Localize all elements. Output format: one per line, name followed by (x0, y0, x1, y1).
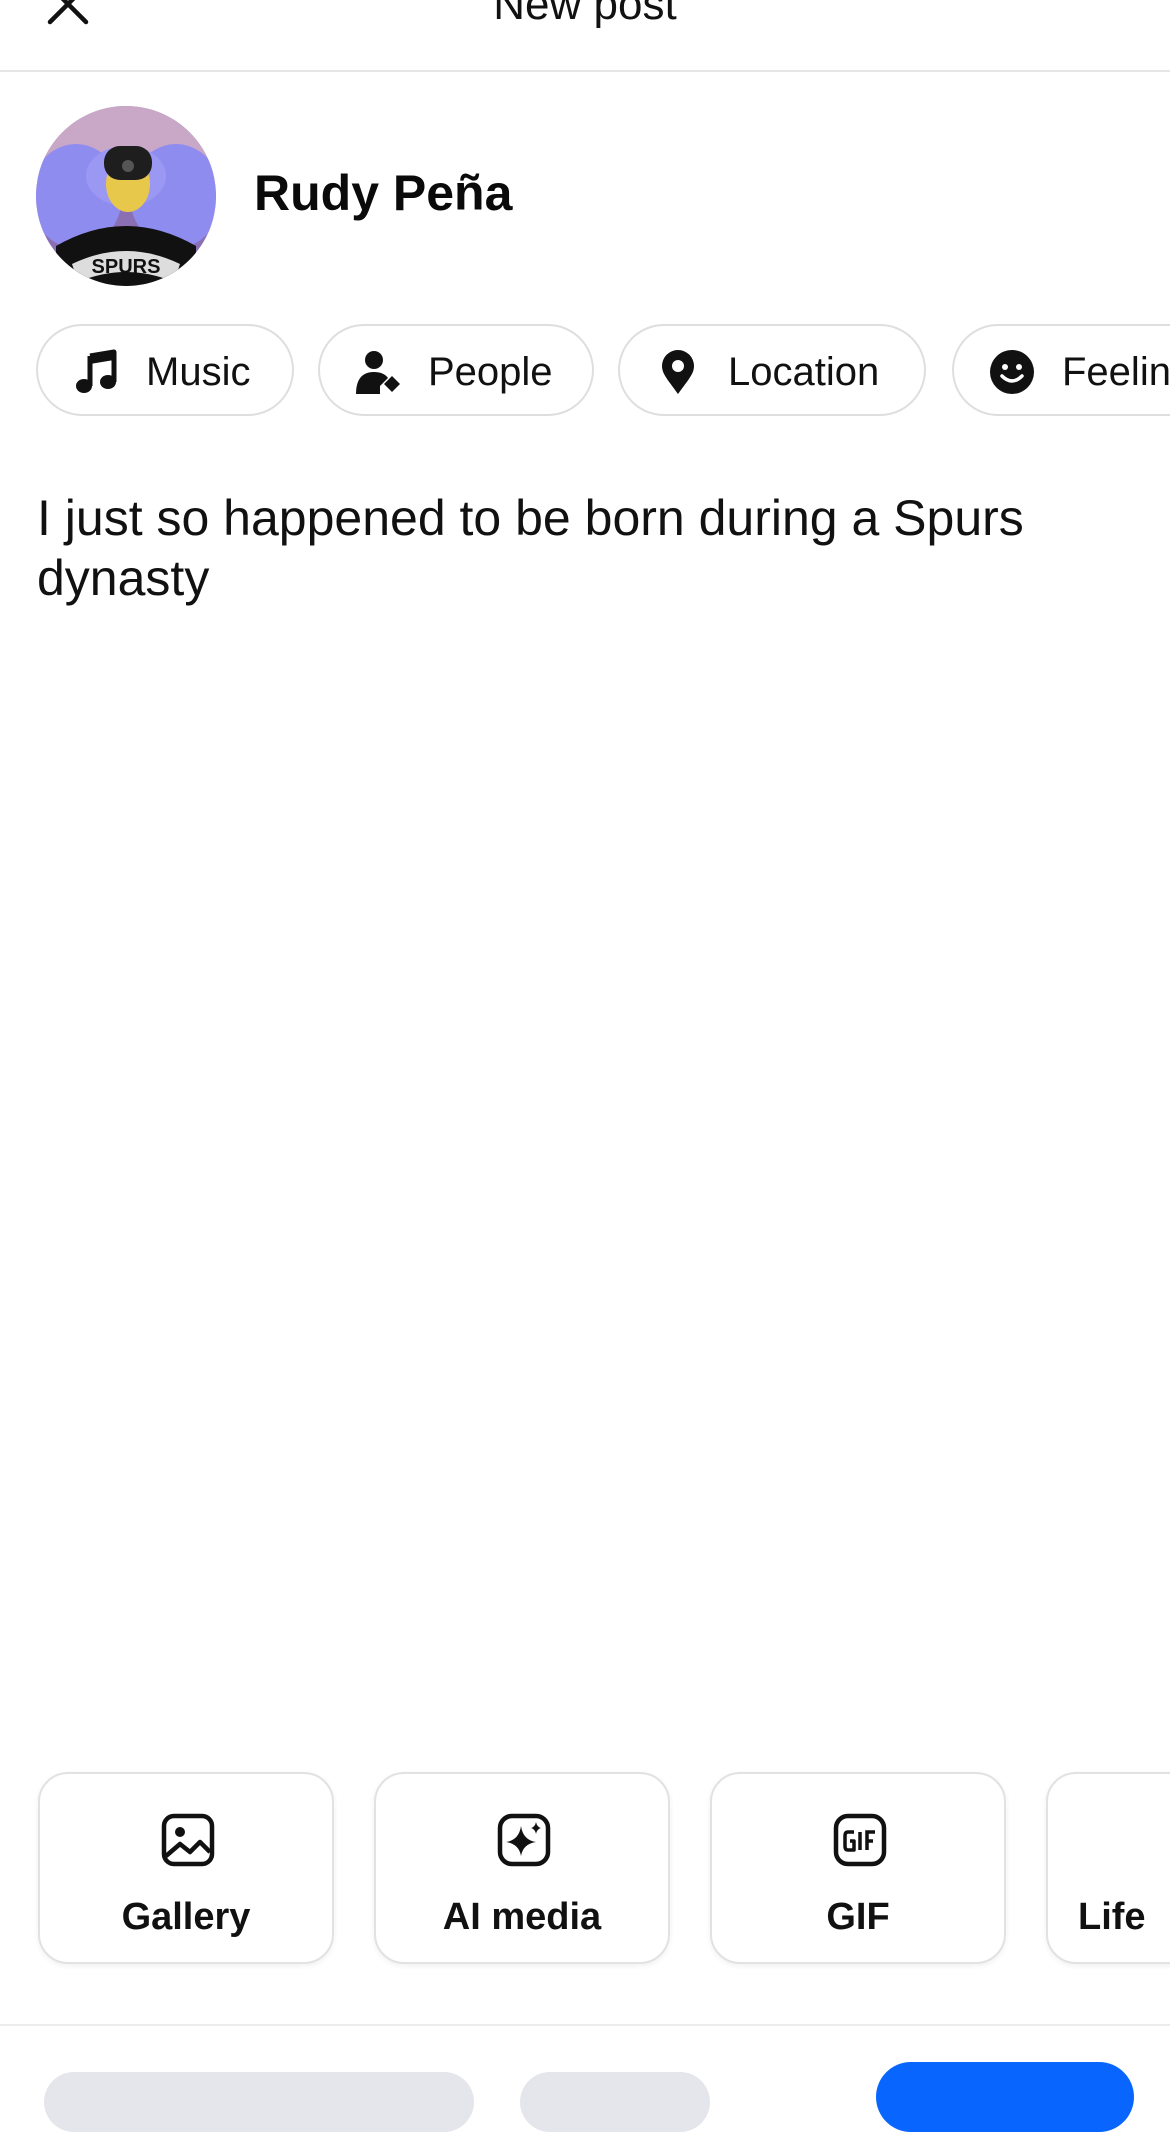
attachment-chips: Music People Location Feelin (0, 322, 1170, 422)
location-pin-icon (662, 350, 694, 394)
gif-icon (833, 1813, 887, 1867)
feeling-chip[interactable]: Feelin (952, 324, 1170, 416)
location-chip[interactable]: Location (618, 324, 926, 416)
music-chip[interactable]: Music (36, 324, 294, 416)
gallery-icon (161, 1813, 215, 1867)
feeling-chip-label: Feelin (1062, 350, 1170, 394)
gif-button[interactable]: GIF (710, 1772, 1006, 1964)
ai-sparkle-icon (497, 1813, 551, 1867)
gallery-label: Gallery (121, 1896, 251, 1938)
svg-text:SPURS: SPURS (92, 256, 161, 278)
gallery-button[interactable]: Gallery (38, 1772, 334, 1964)
media-options: Gallery AI media GIF Life (0, 1770, 1170, 1970)
top-bar: New post (0, 0, 1170, 72)
music-note-icon (76, 349, 117, 393)
page-title: New post (493, 0, 677, 29)
gif-label: GIF (826, 1896, 890, 1938)
music-chip-label: Music (146, 350, 251, 394)
post-button[interactable] (876, 2062, 1134, 2132)
secondary-selector[interactable] (520, 2072, 710, 2132)
person-tag-icon (356, 351, 400, 394)
bottom-bar (0, 2024, 1170, 2132)
post-text-input[interactable]: I just so happened to be born during a S… (37, 488, 1127, 608)
smiley-icon (990, 350, 1034, 394)
ai-media-label: AI media (442, 1896, 602, 1938)
life-event-icon (1166, 1810, 1170, 1870)
people-chip[interactable]: People (318, 324, 594, 416)
life-event-label: Life (1078, 1896, 1146, 1938)
avatar[interactable]: SPURS (36, 106, 216, 286)
author-name: Rudy Peña (254, 165, 513, 221)
audience-selector[interactable] (44, 2072, 474, 2132)
people-chip-label: People (428, 350, 553, 394)
life-event-button[interactable]: Life (1046, 1772, 1170, 1964)
location-chip-label: Location (728, 350, 880, 394)
ai-media-button[interactable]: AI media (374, 1772, 670, 1964)
